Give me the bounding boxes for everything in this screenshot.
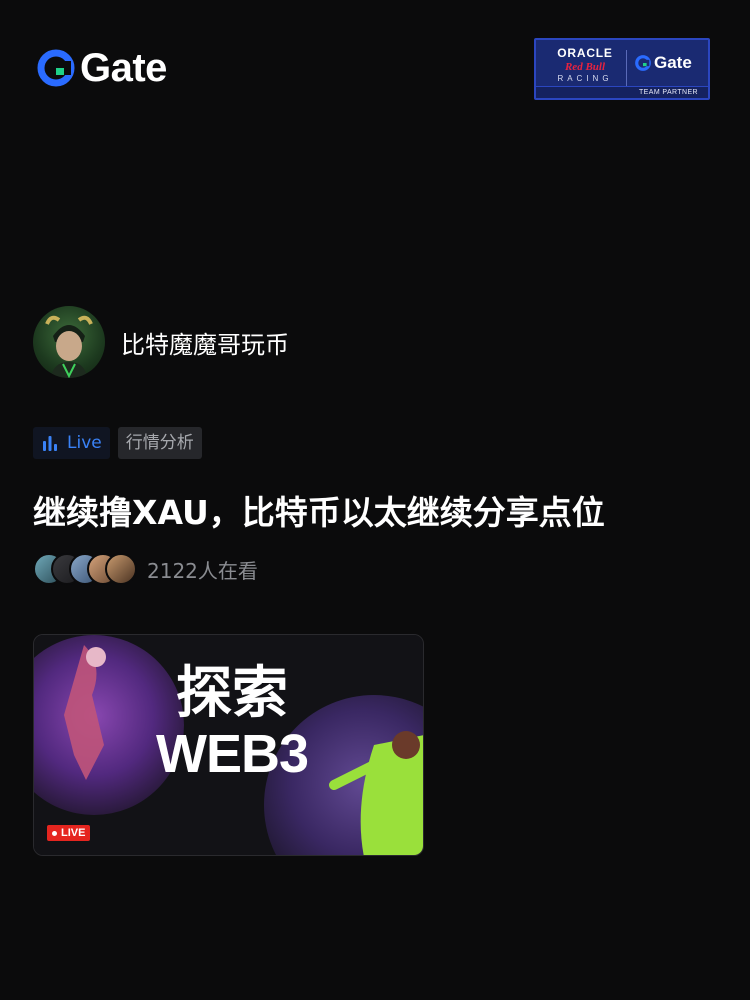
live-badge: LIVE (47, 825, 91, 841)
partner-line1: ORACLE (557, 46, 613, 60)
avatar-illustration (45, 315, 93, 378)
cover-line2: WEB3 (155, 724, 309, 784)
stream-title: 继续撸XAU，比特币以太继续分享点位 (33, 493, 605, 532)
host-name[interactable]: 比特魔魔哥玩币 (121, 325, 289, 360)
live-badge-label: LIVE (61, 827, 86, 839)
partner-line2: Red Bull (564, 61, 606, 73)
host-profile[interactable]: 比特魔魔哥玩币 (33, 306, 289, 378)
gate-logo-icon (37, 49, 75, 87)
partner-footer: TEAM PARTNER (536, 86, 708, 98)
brand-name: Gate (80, 46, 167, 90)
partner-gate-text: Gate (654, 53, 692, 72)
host-avatar[interactable] (33, 306, 105, 378)
viewer-avatar (105, 553, 137, 585)
viewer-count: 2122人在看 (33, 553, 258, 585)
partner-line3: RACING (557, 74, 613, 83)
live-tag: Live (33, 427, 110, 459)
category-tag[interactable]: 行情分析 (117, 427, 202, 459)
team-partner-badge: ORACLE Red Bull RACING Gate TEAM PARTNER (534, 38, 710, 100)
cover-headline: 探索 WEB3 (152, 661, 312, 784)
live-tag-label: Live (67, 433, 102, 453)
stream-cover[interactable]: 探索 WEB3 LIVE (33, 634, 424, 856)
gate-logo-icon (635, 55, 651, 71)
viewer-avatars (33, 553, 137, 585)
bar-chart-icon (43, 436, 57, 451)
viewer-count-text: 2122人在看 (147, 558, 258, 583)
live-dot-icon (52, 830, 57, 836)
stream-tags: Live 行情分析 (33, 427, 202, 459)
cover-line1: 探索 (176, 661, 288, 724)
gate-logo: Gate (36, 48, 167, 88)
